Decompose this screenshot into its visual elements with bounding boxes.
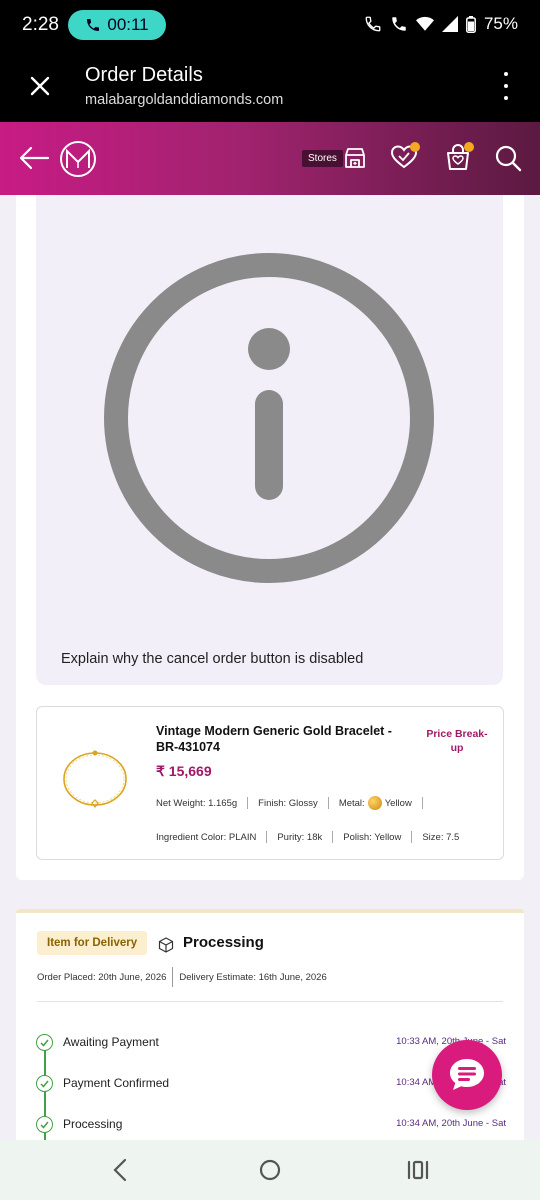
ingredient-color: Ingredient Color: PLAIN	[156, 831, 257, 843]
check-icon	[36, 1034, 53, 1051]
product-price: ₹ 15,669	[156, 763, 212, 779]
back-arrow-icon	[19, 146, 50, 170]
step-label: Awaiting Payment	[63, 1035, 159, 1049]
status-bar: 2:28 00:11 75%	[0, 0, 540, 50]
check-icon	[36, 1116, 53, 1133]
battery-icon	[466, 15, 476, 33]
order-dates: Order Placed: 20th June, 2026 Delivery E…	[37, 967, 327, 987]
delivery-estimate-date: Delivery Estimate: 16th June, 2026	[179, 971, 327, 983]
status-time: 2:28	[22, 14, 59, 35]
stores-label: Stores	[302, 149, 343, 167]
chat-icon	[450, 1059, 484, 1090]
page-title: Order Details	[85, 64, 203, 86]
price-breakup-link[interactable]: Price Break-up	[425, 727, 489, 755]
system-nav-bar	[0, 1140, 540, 1200]
spec-row-2: Ingredient Color: PLAIN Purity: 18k Poli…	[156, 831, 459, 843]
page-url: malabargoldanddiamonds.com	[85, 92, 284, 108]
cart-button[interactable]	[444, 142, 474, 177]
step-time: 10:34 AM, 20th June - Sat	[396, 1118, 506, 1129]
order-status-card: Item for Delivery Processing Order Place…	[16, 909, 524, 1140]
cube-icon	[158, 937, 174, 953]
net-weight: Net Weight: 1.165g	[156, 797, 238, 809]
nav-recents-icon	[407, 1160, 429, 1180]
browser-toolbar: Order Details malabargoldanddiamonds.com	[0, 50, 540, 122]
back-button[interactable]	[18, 144, 50, 177]
cart-badge	[464, 142, 474, 152]
wishlist-button[interactable]	[390, 142, 420, 175]
size: Size: 7.5	[422, 831, 460, 843]
info-icon	[104, 253, 434, 583]
nav-home-icon	[259, 1159, 281, 1181]
app-header: Stores	[0, 122, 540, 195]
call-timer: 00:11	[107, 15, 149, 34]
call-status-icon	[365, 16, 381, 32]
chat-button[interactable]	[432, 1040, 502, 1110]
nav-recents-button[interactable]	[406, 1158, 430, 1187]
status-icons: 75%	[364, 14, 518, 34]
close-icon	[30, 76, 50, 96]
battery-level: 75%	[483, 14, 518, 33]
wifi-icon	[415, 16, 434, 31]
search-icon	[495, 145, 522, 172]
product-name[interactable]: Vintage Modern Generic Gold Bracelet - B…	[156, 723, 416, 755]
wishlist-badge	[410, 142, 420, 152]
info-panel: Explain why the cancel order button is d…	[36, 195, 503, 685]
product-image[interactable]	[59, 741, 131, 821]
step-label: Processing	[63, 1117, 123, 1131]
polish: Polish: Yellow	[343, 831, 402, 843]
finish: Finish: Glossy	[258, 797, 318, 809]
purity: Purity: 18k	[277, 831, 323, 843]
product-card[interactable]: Vintage Modern Generic Gold Bracelet - B…	[36, 706, 504, 860]
metal-label: Metal:	[338, 797, 365, 809]
nav-back-icon	[113, 1158, 127, 1182]
phone-icon	[87, 19, 100, 31]
divider	[37, 1001, 503, 1002]
signal-icon	[441, 16, 458, 32]
store-icon	[345, 148, 365, 168]
timeline-step: Processing 10:34 AM, 20th June - Sat	[36, 1116, 506, 1136]
close-button[interactable]	[24, 70, 56, 102]
stores-button[interactable]: Stores	[302, 146, 367, 170]
order-placed-date: Order Placed: 20th June, 2026	[37, 971, 167, 983]
metal-swatch	[367, 796, 382, 810]
nav-home-button[interactable]	[258, 1158, 282, 1187]
spec-row-1: Net Weight: 1.165g Finish: Glossy Metal:…	[156, 796, 433, 810]
delivery-badge: Item for Delivery	[37, 931, 148, 955]
timeline-step: Awaiting Payment 10:33 AM, 20th June - S…	[36, 1034, 506, 1054]
check-icon	[36, 1075, 53, 1092]
kebab-menu-icon[interactable]	[496, 72, 516, 100]
info-message: Explain why the cancel order button is d…	[61, 651, 364, 667]
wifi-call-icon	[392, 17, 406, 31]
order-status-title: Processing	[183, 934, 264, 951]
step-label: Payment Confirmed	[63, 1076, 170, 1090]
search-button[interactable]	[494, 144, 522, 177]
call-indicator[interactable]: 00:11	[68, 10, 166, 40]
brand-logo[interactable]	[60, 141, 96, 177]
main-content[interactable]: Explain why the cancel order button is d…	[0, 195, 540, 1140]
metal-value: Yellow	[384, 797, 412, 809]
nav-back-button[interactable]	[110, 1158, 130, 1187]
